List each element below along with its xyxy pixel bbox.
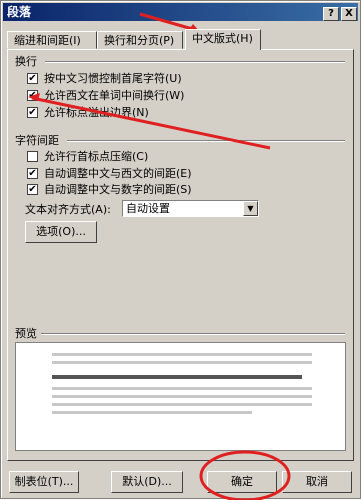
checkbox-row-latin-word-break[interactable]: ✔ 允许西文在单词中间换行(W) — [27, 88, 184, 104]
preview-line — [52, 395, 312, 398]
checkbox[interactable]: ✔ — [27, 106, 38, 118]
tab-asian-typography[interactable]: 中文版式(H) — [185, 29, 261, 50]
help-button[interactable]: ? — [323, 7, 339, 21]
checkbox[interactable]: ✔ — [27, 89, 38, 101]
checkbox-row-asian-latin-spacing[interactable]: ✔ 自动调整中文与西文的间距(E) — [27, 166, 192, 182]
section-spacing-title: 字符间距 — [15, 132, 63, 148]
checkbox[interactable]: ✔ — [27, 183, 38, 195]
cancel-button[interactable]: 取消 — [282, 471, 352, 493]
close-button[interactable]: X — [341, 7, 357, 21]
preview-line — [52, 411, 252, 414]
checkbox-label: 允许行首标点压缩(C) — [44, 150, 149, 163]
title-bar: 段落 ? X — [3, 3, 358, 21]
tab-line-page-break[interactable]: 换行和分页(P) — [97, 31, 183, 49]
checkbox[interactable]: ✔ — [27, 167, 38, 179]
alignment-value: 自动设置 — [126, 202, 170, 215]
default-button[interactable]: 默认(D)... — [111, 471, 183, 493]
tab-indent-spacing[interactable]: 缩进和间距(I) — [7, 31, 97, 49]
dialog-title: 段落 — [7, 5, 32, 19]
tabs-button[interactable]: 制表位(T)... — [9, 471, 79, 493]
preview-line — [52, 387, 312, 390]
preview-line — [52, 403, 312, 406]
checkbox-row-asian-number-spacing[interactable]: ✔ 自动调整中文与数字的间距(S) — [27, 182, 192, 198]
options-button[interactable]: 选项(O)... — [25, 221, 97, 243]
preview-box — [15, 342, 346, 451]
preview-line — [52, 375, 302, 379]
checkbox-label: 自动调整中文与数字的间距(S) — [44, 183, 192, 196]
checkbox[interactable] — [27, 150, 38, 162]
preview-line — [52, 353, 312, 356]
checkbox[interactable]: ✔ — [27, 72, 38, 84]
preview-title: 预览 — [15, 325, 41, 341]
paragraph-dialog: 段落 ? X 缩进和间距(I) 换行和分页(P) 中文版式(H) 换行 ✔ 按中文… — [0, 0, 361, 499]
checkbox-row-compress-punctuation[interactable]: 允许行首标点压缩(C) — [27, 149, 148, 165]
section-divider — [45, 61, 345, 63]
alignment-select[interactable]: 自动设置 ▼ — [122, 200, 259, 217]
checkbox-label: 按中文习惯控制首尾字符(U) — [44, 72, 182, 85]
checkbox-row-hanging-punctuation[interactable]: ✔ 允许标点溢出边界(N) — [27, 105, 149, 121]
ok-button[interactable]: 确定 — [207, 471, 277, 493]
section-divider — [41, 333, 345, 335]
preview-line — [52, 361, 312, 364]
checkbox-row-asian-rules[interactable]: ✔ 按中文习惯控制首尾字符(U) — [27, 71, 182, 87]
checkbox-label: 允许西文在单词中间换行(W) — [44, 89, 185, 102]
section-wrap-title: 换行 — [15, 53, 41, 69]
chevron-down-icon[interactable]: ▼ — [243, 201, 258, 216]
section-divider — [67, 140, 345, 142]
checkbox-label: 允许标点溢出边界(N) — [44, 106, 149, 119]
checkbox-label: 自动调整中文与西文的间距(E) — [44, 167, 192, 180]
alignment-label: 文本对齐方式(A): — [25, 203, 111, 216]
